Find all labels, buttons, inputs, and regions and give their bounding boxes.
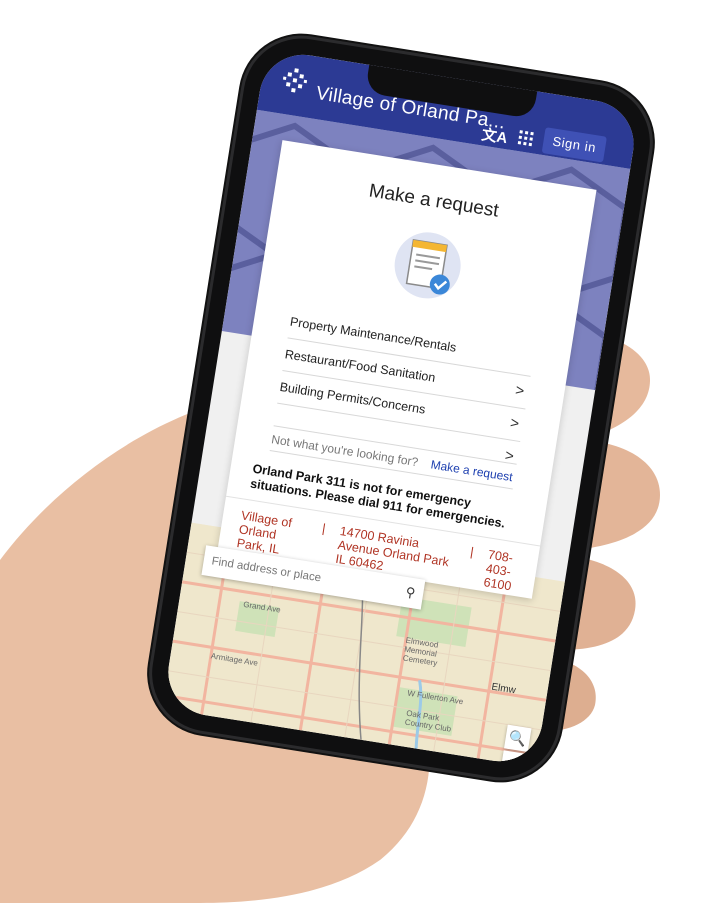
contact-phone[interactable]: 708-403-6100: [483, 548, 525, 595]
search-icon[interactable]: ⚲: [403, 577, 417, 608]
zoom-search-button[interactable]: 🔍: [504, 724, 532, 753]
contact-separator: |: [321, 521, 327, 536]
chevron-right-icon: >: [514, 381, 526, 400]
request-card: Make a request Property Maintenance/Rent…: [217, 140, 597, 599]
contact-separator: |: [469, 544, 475, 560]
village-logo-icon[interactable]: [280, 66, 310, 96]
chevron-right-icon: >: [508, 414, 521, 433]
apps-grid-icon[interactable]: [517, 129, 535, 147]
translate-icon[interactable]: 文A: [480, 123, 509, 148]
document-check-icon: [394, 232, 461, 299]
